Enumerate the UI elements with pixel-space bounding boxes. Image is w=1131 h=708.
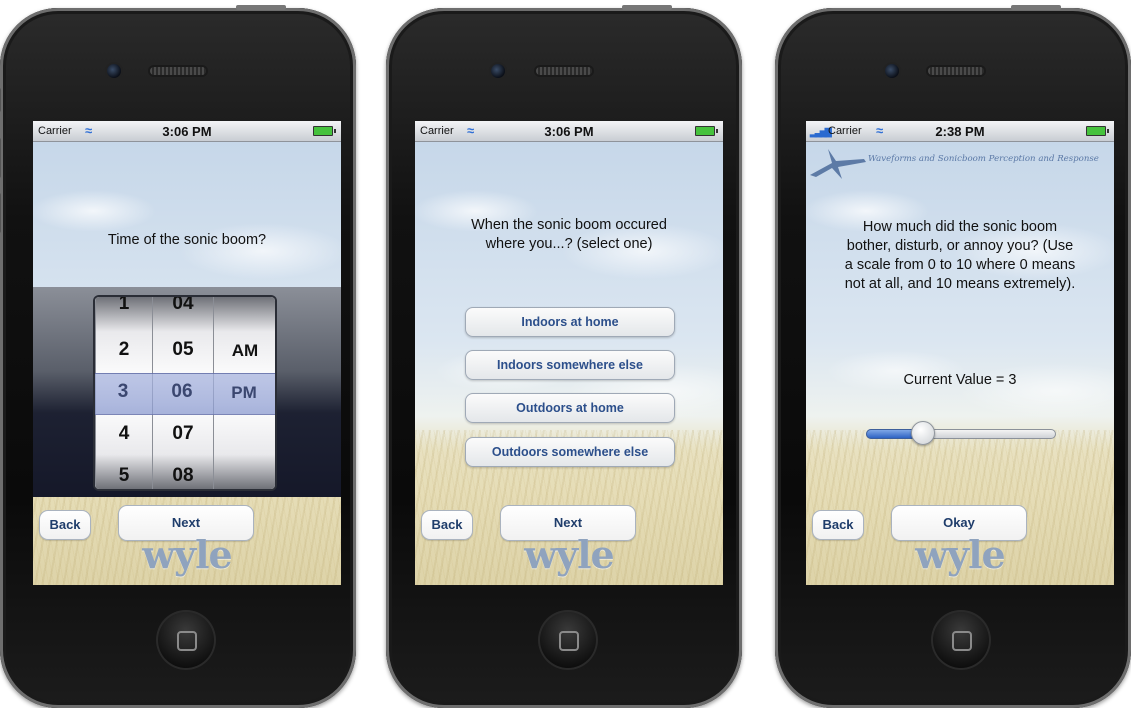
status-bar: Carrier ≈ 3:06 PM xyxy=(33,121,341,142)
question-line-1: How much did the sonic boom xyxy=(862,219,1058,235)
hour-option[interactable]: 2 xyxy=(96,339,152,361)
volume-down xyxy=(0,193,1,233)
battery-icon xyxy=(1086,126,1109,136)
hour-option[interactable]: 4 xyxy=(96,423,152,445)
home-square-icon xyxy=(559,631,579,651)
status-time: 3:06 PM xyxy=(162,124,212,139)
wyle-logo: wyle xyxy=(915,532,1005,577)
fighter-jet-icon xyxy=(810,149,866,179)
home-square-icon xyxy=(952,631,972,651)
sleep-button xyxy=(622,5,672,10)
minute-option[interactable]: 07 xyxy=(153,423,213,445)
sleep-button xyxy=(236,5,286,10)
battery-icon xyxy=(313,126,336,136)
speaker-grille xyxy=(150,67,206,75)
option-indoors-home-button[interactable]: Indoors at home xyxy=(465,307,675,337)
phone-2: Carrier ≈ 3:06 PM When the sonic boom oc… xyxy=(386,5,742,708)
home-square-icon xyxy=(177,631,197,651)
home-button[interactable] xyxy=(538,610,598,670)
minute-option[interactable]: 05 xyxy=(153,339,213,361)
option-outdoors-else-button[interactable]: Outdoors somewhere else xyxy=(465,437,675,467)
selected-ampm: PM xyxy=(231,383,257,402)
status-time: 2:38 PM xyxy=(935,124,985,139)
hour-option[interactable]: 1 xyxy=(96,297,152,315)
question-line-4: not at all, and 10 means extremely). xyxy=(844,276,1076,292)
screen-location-choice: Carrier ≈ 3:06 PM When the sonic boom oc… xyxy=(415,121,723,585)
option-outdoors-home-button[interactable]: Outdoors at home xyxy=(465,393,675,423)
status-time: 3:06 PM xyxy=(544,124,594,139)
question-line-3: a scale from 0 to 10 where 0 means xyxy=(844,257,1076,273)
question-text: Time of the sonic boom? xyxy=(107,232,267,248)
wyle-logo: wyle xyxy=(524,532,614,577)
minute-option[interactable]: 04 xyxy=(153,297,213,315)
selected-minute: 06 xyxy=(171,381,193,402)
ampm-option[interactable]: AM xyxy=(214,341,275,361)
screen-annoyance-rating: ▂▃▅▇ Carrier ≈ 2:38 PM Waveforms and Son… xyxy=(806,121,1114,585)
camera-icon xyxy=(885,64,899,78)
status-bar: Carrier ≈ 3:06 PM xyxy=(415,121,723,142)
speaker-grille xyxy=(928,67,984,75)
banner-text: Waveforms and Sonicboom Perception and R… xyxy=(868,154,1099,164)
current-value-label: Current Value = 3 xyxy=(903,372,1017,388)
home-button[interactable] xyxy=(156,610,216,670)
camera-icon xyxy=(107,64,121,78)
question-line-1: When the sonic boom occured xyxy=(471,217,667,233)
screen-time-picker: Carrier ≈ 3:06 PM Time of the sonic boom… xyxy=(33,121,341,585)
selected-hour: 3 xyxy=(117,381,129,402)
status-bar: ▂▃▅▇ Carrier ≈ 2:38 PM xyxy=(806,121,1114,142)
volume-switch xyxy=(0,88,1,112)
question-line-2: where you...? (select one) xyxy=(485,236,653,252)
phone-3: ▂▃▅▇ Carrier ≈ 2:38 PM Waveforms and Son… xyxy=(775,5,1131,708)
speaker-grille xyxy=(536,67,592,75)
camera-icon xyxy=(491,64,505,78)
wyle-logo: wyle xyxy=(142,532,232,577)
option-indoors-else-button[interactable]: Indoors somewhere else xyxy=(465,350,675,380)
sleep-button xyxy=(1011,5,1061,10)
minute-option[interactable]: 08 xyxy=(153,465,213,487)
question-line-2: bother, disturb, or annoy you? (Use xyxy=(846,238,1074,254)
study-banner: Waveforms and Sonicboom Perception and R… xyxy=(806,143,1114,183)
battery-icon xyxy=(695,126,718,136)
home-button[interactable] xyxy=(931,610,991,670)
hour-option[interactable]: 5 xyxy=(96,465,152,487)
phone-1: Carrier ≈ 3:06 PM Time of the sonic boom… xyxy=(0,5,356,708)
volume-up xyxy=(0,138,1,178)
